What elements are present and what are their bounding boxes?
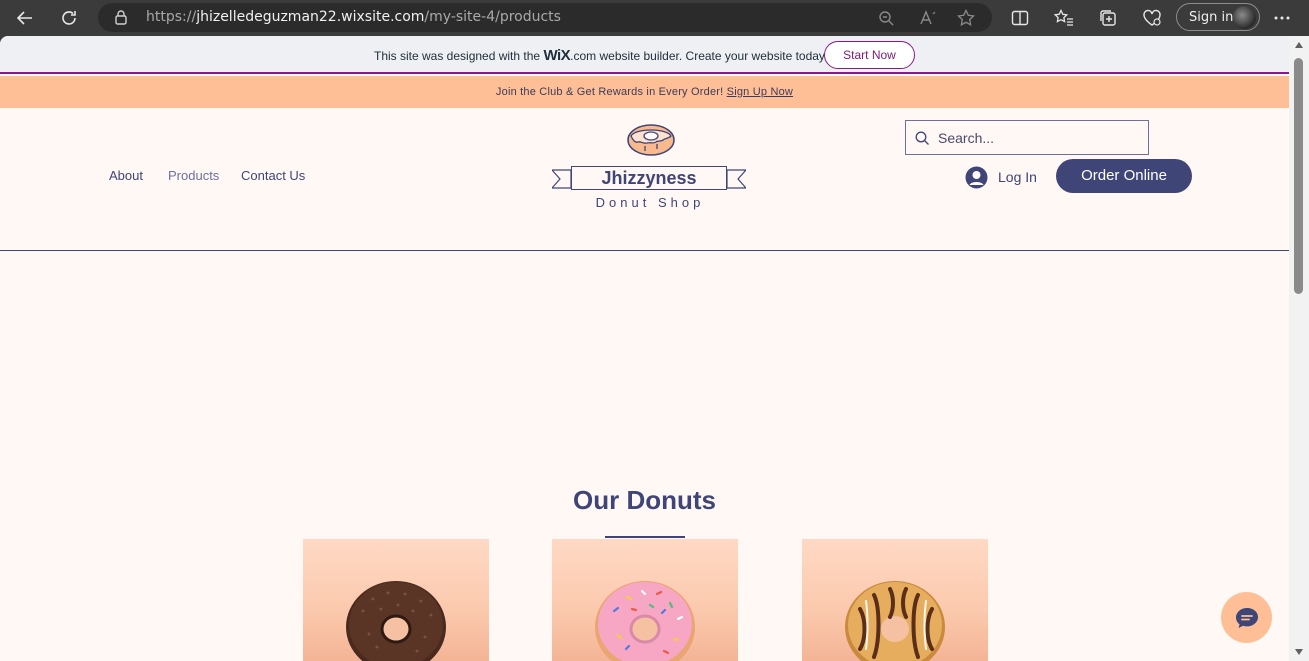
collections-icon[interactable] [1094,4,1122,32]
url-text: https://jhizelledeguzman22.wixsite.com/m… [146,9,561,25]
start-now-button[interactable]: Start Now [824,41,915,69]
profile-avatar [1233,6,1256,29]
caramel-donut-image [845,581,945,661]
pink-donut-image [595,581,695,661]
section-title: Our Donuts [573,485,716,515]
browser-toolbar: https://jhizelledeguzman22.wixsite.com/m… [0,0,1309,36]
split-screen-icon[interactable] [1006,4,1034,32]
site-header: About Products Contact Us Jhizzyness Don… [0,108,1289,251]
donut-logo-icon [627,124,675,156]
zoom-icon[interactable] [876,8,896,28]
lock-icon [114,9,128,30]
page-viewport: This site was designed with the WiX.com … [0,36,1309,661]
product-card-caramel[interactable] [802,539,988,661]
search-icon [915,131,929,145]
address-bar[interactable]: https://jhizelledeguzman22.wixsite.com/m… [98,3,992,32]
read-aloud-icon[interactable] [918,8,938,28]
wix-banner-text: This site was designed with the WiX.com … [374,47,828,64]
nav-contact-us[interactable]: Contact Us [241,168,305,183]
nav-about[interactable]: About [109,168,143,183]
order-online-button[interactable]: Order Online [1056,159,1192,193]
browser-essentials-icon[interactable] [1138,4,1166,32]
chat-button[interactable] [1221,592,1272,643]
more-menu-icon[interactable] [1268,4,1296,32]
refresh-icon[interactable] [55,4,83,32]
promo-banner: Join the Club & Get Rewards in Every Ord… [0,76,1289,108]
scroll-up-icon[interactable] [1295,42,1303,48]
page-scrollbar[interactable] [1289,36,1309,661]
nav-products[interactable]: Products [168,168,219,183]
back-icon[interactable] [11,4,39,32]
favorites-icon[interactable] [1050,4,1078,32]
scrollbar-thumb[interactable] [1294,58,1303,294]
product-card-chocolate[interactable] [303,539,489,661]
favorite-star-icon[interactable] [956,8,976,28]
search-input[interactable]: Search... [905,120,1149,155]
user-icon [965,166,988,189]
scroll-down-icon[interactable] [1295,649,1303,655]
product-card-pink[interactable] [552,539,738,661]
sign-in-button[interactable]: Sign in [1176,3,1260,31]
wix-banner: This site was designed with the WiX.com … [0,36,1289,74]
chocolate-donut-image [346,581,446,661]
chat-bubble-icon [1235,607,1258,628]
logo-name: Jhizzyness [571,166,727,190]
title-divider [605,536,685,538]
sign-up-link[interactable]: Sign Up Now [727,86,793,98]
logo-subtitle: Donut Shop [595,195,705,210]
